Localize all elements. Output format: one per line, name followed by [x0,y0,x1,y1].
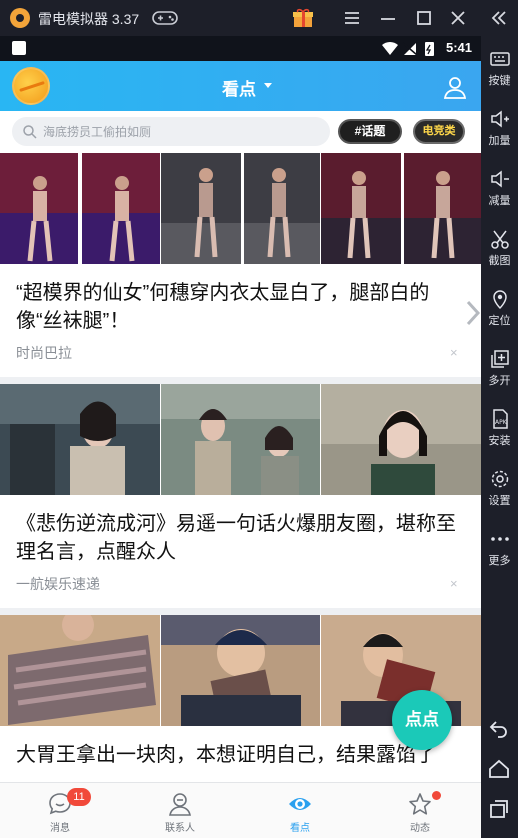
chevron-right-icon[interactable] [462,298,481,328]
tab-label: 动态 [410,823,430,834]
card-title[interactable]: “超模界的仙女”何穗穿内衣太显白了，腿部白的像“丝袜腿”！ [16,279,466,335]
thumbnail-image [321,384,481,495]
location-pin-icon [492,290,507,310]
keyboard-icon [489,52,510,66]
search-icon [23,125,37,139]
thumbnail-image [0,615,160,726]
tool-settings[interactable]: 设置 [481,464,518,514]
tool-multi-open[interactable]: 多开 [481,344,518,394]
tool-keymap[interactable]: 按键 [481,44,518,94]
thumbnail-image [0,384,160,495]
recent-apps-icon[interactable] [487,797,511,821]
more-dots-icon [490,537,509,541]
esports-button[interactable]: 电竞类 [413,119,465,144]
apk-install-icon: APK [492,409,508,429]
emulator-title: 雷电模拟器 3.37 [38,11,140,27]
tool-label: 截图 [488,255,511,267]
topic-button[interactable]: #话题 [338,119,402,144]
card-source: 一航娱乐速递 [16,576,100,592]
tool-label: 多开 [488,375,511,387]
multi-open-icon [490,350,509,368]
emulator-logo-icon [10,8,30,28]
app-logo-icon[interactable] [12,67,50,105]
tool-label: 更多 [488,555,511,567]
gear-icon [491,470,508,488]
tool-label: 减量 [488,195,511,207]
status-bar: 5:41 [0,36,481,61]
page-title[interactable]: 看点 [222,75,256,100]
svg-text:APK: APK [495,419,508,426]
tool-label: 加量 [488,135,511,147]
thumbnail-image [0,153,160,264]
gift-icon[interactable] [292,7,314,29]
home-icon[interactable] [487,757,511,781]
tool-volume-up[interactable]: 加量 [481,104,518,154]
tab-label: 看点 [290,823,310,834]
wifi-icon [382,41,398,55]
maximize-icon[interactable] [412,6,436,30]
tool-label: 定位 [488,315,511,327]
android-screen: 5:41 看点 海底捞员工偷拍如厕 #话题 电竞类 “超模界的仙女”何穗穿内衣太… [0,36,481,838]
tab-contacts[interactable]: 联系人 [120,783,240,838]
menu-icon[interactable] [340,6,364,30]
thumbnail-image [321,153,481,264]
tool-more[interactable]: 更多 [481,524,518,574]
close-icon[interactable] [446,6,470,30]
tool-location[interactable]: 定位 [481,284,518,334]
scissors-icon [490,230,509,249]
eye-icon [289,798,311,810]
unread-badge: 11 [67,788,91,806]
tab-label: 联系人 [165,823,195,834]
dismiss-button[interactable]: × [450,576,458,591]
emulator-window: 雷电模拟器 3.37 按键 加量 减量 截图 定位 多开 APK 安装 设置 更… [0,0,518,838]
feed-card[interactable]: 《悲伤逆流成河》易遥一句话火爆朋友圈，堪称至理名言，点醒众人 一航娱乐速递 × [0,384,481,610]
tool-volume-down[interactable]: 减量 [481,164,518,214]
tab-messages[interactable]: 消息 [0,783,120,838]
app-header: 看点 [0,61,481,111]
battery-icon [425,42,434,56]
chevron-down-icon[interactable] [264,83,272,88]
volume-up-icon [490,110,509,128]
tab-feeds[interactable]: 动态 [360,783,480,838]
search-input[interactable]: 海底捞员工偷拍如厕 [12,117,330,146]
notification-icon [12,41,26,55]
search-row: 海底捞员工偷拍如厕 #话题 电竞类 [0,111,481,153]
tab-label: 消息 [50,823,70,834]
card-title[interactable]: 大胃王拿出一块肉，本想证明自己，结果露馅了 [16,741,466,769]
profile-icon[interactable] [442,74,468,100]
card-title[interactable]: 《悲伤逆流成河》易遥一句话火爆朋友圈，堪称至理名言，点醒众人 [16,510,466,566]
thumbnail-image [161,615,320,726]
tool-screenshot[interactable]: 截图 [481,224,518,274]
card-source: 时尚巴拉 [16,345,72,361]
card-divider [0,377,481,384]
tab-discover[interactable]: 看点 [240,783,360,838]
minimize-icon[interactable] [376,6,400,30]
emulator-titlebar: 雷电模拟器 3.37 [0,0,518,36]
card-divider [0,608,481,615]
volume-down-icon [490,170,509,188]
contacts-icon [169,793,191,816]
tool-label: 设置 [488,495,511,507]
status-time: 5:41 [446,40,473,55]
dismiss-button[interactable]: × [450,345,458,360]
search-placeholder: 海底捞员工偷拍如厕 [43,125,152,139]
notification-dot [432,791,441,800]
thumbnail-image [161,384,320,495]
status-icons [382,41,434,56]
collapse-sidebar-icon[interactable] [487,6,511,30]
tool-label: 按键 [488,75,511,87]
star-icon [409,793,431,815]
card-thumbnails[interactable] [0,384,481,495]
card-thumbnails[interactable] [0,153,481,264]
float-action-button[interactable]: 点点 [392,690,452,750]
bottom-navigation: 消息 11 联系人 看点 动态 [0,782,481,838]
tool-label: 安装 [488,435,511,447]
tool-install-apk[interactable]: APK 安装 [481,404,518,454]
thumbnail-image [161,153,320,264]
back-icon[interactable] [487,716,511,740]
feed-card[interactable]: “超模界的仙女”何穗穿内衣太显白了，腿部白的像“丝袜腿”！ 时尚巴拉 × [0,153,481,379]
gamepad-icon[interactable] [152,10,178,26]
